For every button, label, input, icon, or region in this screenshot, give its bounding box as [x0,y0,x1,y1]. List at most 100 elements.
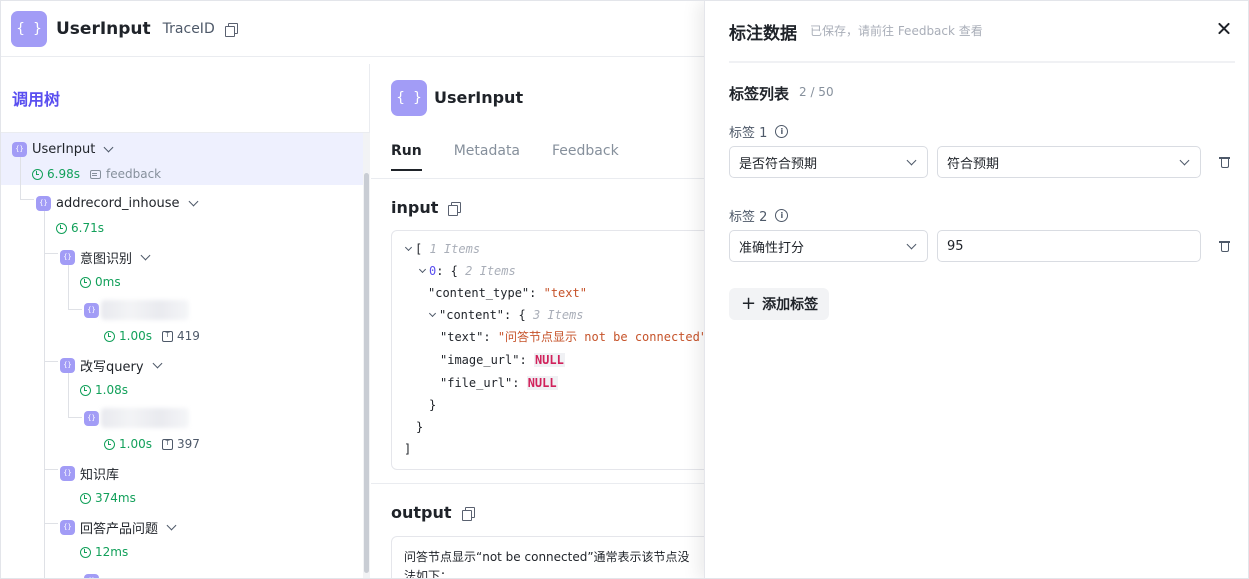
tag-1-value-select[interactable]: 符合预期 [937,146,1201,178]
tree-node-userinput[interactable]: {} UserInput [12,139,114,159]
json-line: "file_url": NULL [440,376,558,390]
clock-icon [80,492,91,504]
input-json-viewer: [ 1 Items 0: { 2 Items "content_type": "… [391,230,704,470]
add-tag-button[interactable]: + 添加标签 [729,288,829,320]
node-duration: 1.00s [119,437,152,451]
node-meta: 6.71s [56,220,104,236]
output-title: output [391,503,452,522]
tree-connector [68,265,69,309]
tree-connector [20,199,34,200]
call-tree-title: 调用树 [12,90,61,109]
drawer-title: 标注数据 [729,24,797,44]
tree-node-knowledge-base[interactable]: {} 知识库 [60,463,119,483]
node-label: 知识库 [80,467,120,483]
tree-scrollbar[interactable] [363,133,370,578]
node-duration: 1.00s [119,329,152,343]
trace-id-label: TraceID [162,20,215,37]
braces-icon: {} [60,519,75,535]
tag-2-score-input[interactable]: 95 [937,230,1201,262]
tag-1-value: 符合预期 [947,156,1000,172]
braces-icon: {} [84,302,99,318]
save-status-text: 已保存，请前往 Feedback 查看 [810,24,983,38]
chevron-down-icon[interactable] [103,142,114,152]
annotation-drawer: 标注数据 已保存，请前往 Feedback 查看 标签列表 2 / 50 标签 … [704,1,1248,578]
tab-run[interactable]: Run [391,143,422,171]
tag-label-text: 标签 1 [729,126,768,141]
tag-1-key-select[interactable]: 是否符合预期 [729,146,928,178]
copy-output-icon[interactable] [461,506,475,521]
chevron-down-icon[interactable] [140,250,151,260]
json-line: "content_type": "text" [428,286,587,300]
trash-icon[interactable] [1219,240,1230,252]
braces-icon: {} [60,249,75,265]
node-detail-panel: { } UserInput Run Metadata Feedback inpu… [371,64,704,579]
detail-title: UserInput [434,88,524,107]
token-count: 397 [176,437,200,451]
info-icon[interactable]: i [775,209,789,222]
chevron-down-icon[interactable] [418,265,427,274]
json-line: "content": { 3 Items [428,306,584,324]
tree-node-rewrite-child[interactable]: {} [84,408,99,428]
trash-icon[interactable] [1219,156,1230,168]
tree-node-partial[interactable]: {} [84,571,99,578]
output-line: 问答节点显示“not be connected”通常表示该节点没 [404,550,690,564]
chevron-down-icon[interactable] [404,243,413,252]
chevron-down-icon [906,155,917,166]
tree-connector [20,154,21,199]
chevron-down-icon[interactable] [166,520,177,530]
close-icon[interactable] [1215,20,1233,38]
copy-traceid-icon[interactable] [224,22,238,37]
node-meta: 1.08s [80,382,128,398]
plus-icon: + [741,293,757,314]
json-line: } [429,398,437,412]
node-meta: 6.98s feedback [32,166,161,182]
tree-connector [44,361,58,362]
clock-icon [104,330,115,342]
node-meta: 1.00s T 397 [104,436,200,452]
copy-input-icon[interactable] [448,201,462,216]
node-label: 意图识别 [80,251,133,267]
node-label: addrecord_inhouse [56,195,180,211]
node-meta: 374ms [80,490,136,506]
node-duration: 1.08s [95,383,128,397]
tree-connector [44,253,58,254]
tag-2-value: 95 [947,238,964,254]
json-line: "image_url": NULL [440,353,565,367]
tree-node-rewrite-query[interactable]: {} 改写query [60,355,162,375]
chevron-down-icon [906,239,917,250]
json-line: [ 1 Items [404,240,480,258]
tab-metadata[interactable]: Metadata [454,143,520,171]
tree-connector [44,523,58,524]
tree-node-addrecord[interactable]: {} addrecord_inhouse [36,193,199,213]
chevron-down-icon[interactable] [152,358,162,368]
scrollbar-thumb[interactable] [364,173,369,573]
info-icon[interactable]: i [775,125,789,138]
tree-node-intent-child[interactable]: {} [84,300,99,320]
tag-2-label: 标签 2 i [729,206,789,225]
add-tag-label: 添加标签 [762,297,819,313]
tag-2-key-select[interactable]: 准确性打分 [729,230,928,262]
feedback-icon [89,169,101,179]
tree-node-answer-product[interactable]: {} 回答产品问题 [60,517,177,537]
page-title: UserInput [56,18,151,39]
chevron-down-icon[interactable] [188,196,199,206]
output-line: 法如下： [404,569,453,579]
redacted-node-name [101,408,189,428]
call-tree-panel: 调用树 {} UserInput 6.98s feedback {} addre… [1,64,370,578]
token-icon: T [161,330,173,342]
json-line: ] [404,442,412,456]
tree-node-intent[interactable]: {} 意图识别 [60,247,151,267]
clock-icon [104,438,115,450]
chevron-down-icon[interactable] [428,309,437,318]
detail-tabs: Run Metadata Feedback [391,143,651,171]
node-duration: 12ms [95,545,129,559]
tree-connector [68,373,69,417]
node-label: 回答产品问题 [80,521,159,537]
input-title: input [391,198,439,217]
braces-icon: {} [84,573,99,578]
output-text-box: 问答节点显示“not be connected”通常表示该节点没 法如下： [391,536,704,579]
braces-icon: {} [84,410,99,426]
tag-2-key-value: 准确性打分 [739,240,805,256]
tree-connector [44,469,58,470]
tab-feedback[interactable]: Feedback [552,143,619,171]
